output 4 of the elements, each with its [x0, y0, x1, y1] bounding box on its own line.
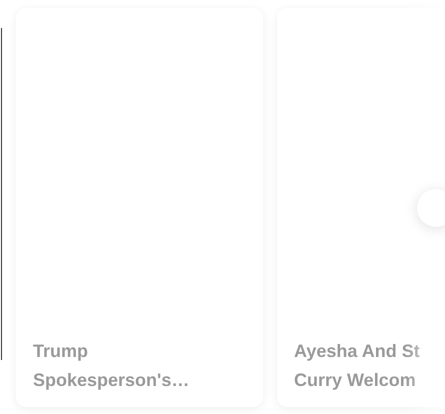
card-title: Trump Spokesperson's…: [33, 340, 190, 392]
news-card[interactable]: Trump Spokesperson's…: [16, 8, 263, 407]
card-title: Ayesha And St Curry Welcom: [294, 340, 421, 392]
news-card[interactable]: Ayesha And St Curry Welcom: [277, 8, 445, 407]
